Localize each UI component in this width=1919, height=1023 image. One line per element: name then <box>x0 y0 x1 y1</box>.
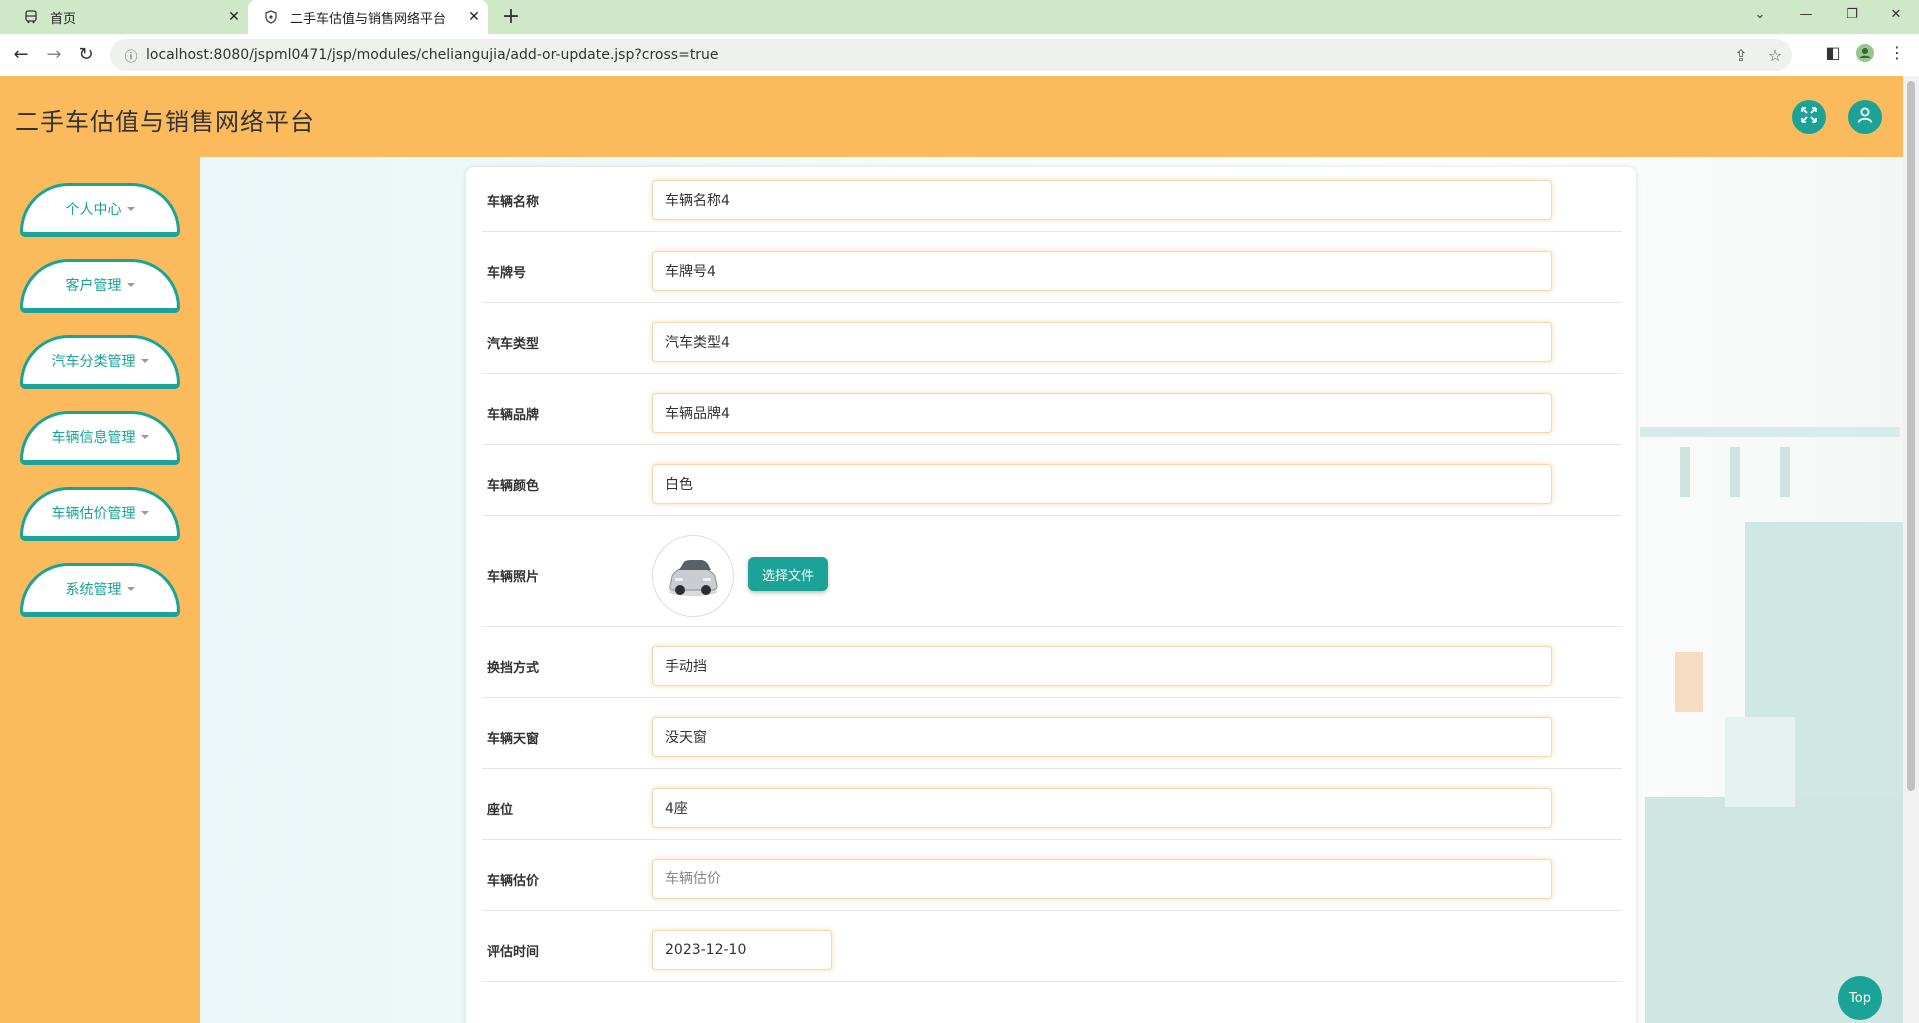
more-menu-icon[interactable]: ⋮ <box>1884 43 1910 67</box>
seats-field[interactable] <box>652 788 1552 828</box>
caret-down-icon <box>126 587 135 591</box>
vehicle-valuation-form: 车辆名称 车牌号 汽车类型 车辆品牌 车辆颜色 车辆照片 <box>466 167 1636 1023</box>
vehicle-brand-field[interactable] <box>652 393 1552 433</box>
sunroof-field[interactable] <box>652 717 1552 757</box>
sidebar-item-label: 系统管理 <box>65 582 122 598</box>
valuation-price-field[interactable] <box>652 859 1552 899</box>
form-label: 汽车类型 <box>487 337 540 352</box>
form-label: 车辆照片 <box>487 570 540 585</box>
user-icon <box>1856 106 1874 128</box>
caret-down-icon <box>140 511 149 515</box>
reload-icon[interactable]: ↻ <box>74 43 98 67</box>
form-row: 车辆名称 <box>482 167 1622 232</box>
background-decoration <box>1675 652 1703 712</box>
form-label: 座位 <box>487 803 514 818</box>
form-label: 车辆估价 <box>487 874 540 889</box>
form-label: 评估时间 <box>487 945 540 960</box>
forward-arrow-icon[interactable]: → <box>42 43 66 67</box>
browser-tab-bar: 首页 ✕ 二手车估值与销售网络平台 ✕ + ⌄ — ❐ ✕ <box>0 0 1919 34</box>
form-label: 车辆品牌 <box>487 408 540 423</box>
caret-down-icon <box>126 207 135 211</box>
sidebar-item-customer-management[interactable]: 客户管理 <box>20 259 180 313</box>
background-decoration <box>1780 447 1790 497</box>
browser-tab-home[interactable]: 首页 ✕ <box>8 0 248 34</box>
sidebar-item-label: 车辆估价管理 <box>51 506 136 522</box>
sidebar-item-personal-center[interactable]: 个人中心 <box>20 183 180 237</box>
new-tab-button[interactable]: + <box>498 4 524 30</box>
page-title: 二手车估值与销售网络平台 <box>15 108 315 136</box>
form-row: 车辆照片 选择文件 <box>482 515 1622 627</box>
window-close-icon[interactable]: ✕ <box>1873 0 1919 30</box>
form-row: 评估时间 <box>482 910 1622 982</box>
app-header: 二手车估值与销售网络平台 <box>0 76 1903 157</box>
scrollbar-thumb[interactable] <box>1907 81 1915 791</box>
url-text[interactable]: localhost:8080/jspml0471/jsp/modules/che… <box>146 47 1724 63</box>
vehicle-name-field[interactable] <box>652 180 1552 220</box>
sidebar-item-label: 汽车分类管理 <box>51 354 136 370</box>
address-bar[interactable]: ⓘ localhost:8080/jspml0471/jsp/modules/c… <box>110 39 1792 71</box>
form-label: 车辆颜色 <box>487 479 540 494</box>
valuation-date-field[interactable] <box>652 930 832 970</box>
sidebar-item-label: 个人中心 <box>65 202 122 218</box>
sidebar-item-vehicle-info-management[interactable]: 车辆信息管理 <box>20 411 180 465</box>
close-icon[interactable]: ✕ <box>220 9 248 25</box>
restore-icon[interactable]: ❐ <box>1829 0 1875 30</box>
sidebar-item-label: 车辆信息管理 <box>51 430 136 446</box>
browser-tab-label: 二手车估值与销售网络平台 <box>290 11 447 27</box>
form-row: 座位 <box>482 768 1622 840</box>
user-button[interactable] <box>1848 100 1882 134</box>
close-icon[interactable]: ✕ <box>460 9 488 25</box>
chevron-down-icon[interactable]: ⌄ <box>1737 0 1783 30</box>
shield-icon <box>260 10 282 24</box>
transmission-field[interactable] <box>652 646 1552 686</box>
background-decoration <box>1730 447 1740 497</box>
browser-toolbar: ← → ↻ ⓘ localhost:8080/jspml0471/jsp/mod… <box>0 34 1919 77</box>
background-decoration <box>1640 427 1900 437</box>
sidebar-item-car-category-management[interactable]: 汽车分类管理 <box>20 335 180 389</box>
sidepanel-icon[interactable]: ◧ <box>1820 43 1846 67</box>
form-row: 汽车类型 <box>482 302 1622 374</box>
form-row: 车辆天窗 <box>482 697 1622 769</box>
background-decoration <box>1680 447 1690 497</box>
info-icon[interactable]: ⓘ <box>116 46 146 65</box>
background-decoration <box>1725 717 1795 807</box>
profile-icon[interactable] <box>1852 43 1878 67</box>
back-arrow-icon[interactable]: ← <box>9 43 33 67</box>
caret-down-icon <box>140 359 149 363</box>
form-row: 车辆品牌 <box>482 373 1622 445</box>
car-image-icon <box>669 560 718 596</box>
choose-file-button[interactable]: 选择文件 <box>748 557 828 591</box>
car-type-field[interactable] <box>652 322 1552 362</box>
form-row: 车辆颜色 <box>482 444 1622 516</box>
share-icon[interactable]: ⇪ <box>1724 46 1758 65</box>
sidebar-item-system-management[interactable]: 系统管理 <box>20 563 180 617</box>
form-label: 车辆天窗 <box>487 732 540 747</box>
minimize-icon[interactable]: — <box>1783 0 1829 30</box>
back-to-top-button[interactable]: Top <box>1838 976 1882 1020</box>
sidebar-item-label: 客户管理 <box>65 278 122 294</box>
form-row: 车辆估价 <box>482 839 1622 911</box>
caret-down-icon <box>140 435 149 439</box>
form-label: 车牌号 <box>487 266 527 281</box>
vehicle-photo-thumbnail <box>652 535 734 617</box>
fullscreen-button[interactable] <box>1792 100 1826 134</box>
form-label: 车辆名称 <box>487 195 540 210</box>
page-scrollbar[interactable] <box>1903 76 1919 1023</box>
expand-icon <box>1800 106 1818 128</box>
sidebar: 个人中心 客户管理 汽车分类管理 车辆信息管理 车辆估价管理 系统管理 <box>0 157 200 1023</box>
main-content: 车辆名称 车牌号 汽车类型 车辆品牌 车辆颜色 车辆照片 <box>200 157 1903 1023</box>
form-row: 车牌号 <box>482 231 1622 303</box>
license-plate-field[interactable] <box>652 251 1552 291</box>
browser-tab-label: 首页 <box>50 11 77 27</box>
form-label: 换挡方式 <box>487 661 540 676</box>
caret-down-icon <box>126 283 135 287</box>
bus-icon <box>20 10 42 24</box>
sidebar-item-vehicle-valuation-management[interactable]: 车辆估价管理 <box>20 487 180 541</box>
browser-tab-active[interactable]: 二手车估值与销售网络平台 ✕ <box>248 0 488 34</box>
star-icon[interactable]: ☆ <box>1758 46 1792 65</box>
vehicle-color-field[interactable] <box>652 464 1552 504</box>
form-row: 换挡方式 <box>482 626 1622 698</box>
